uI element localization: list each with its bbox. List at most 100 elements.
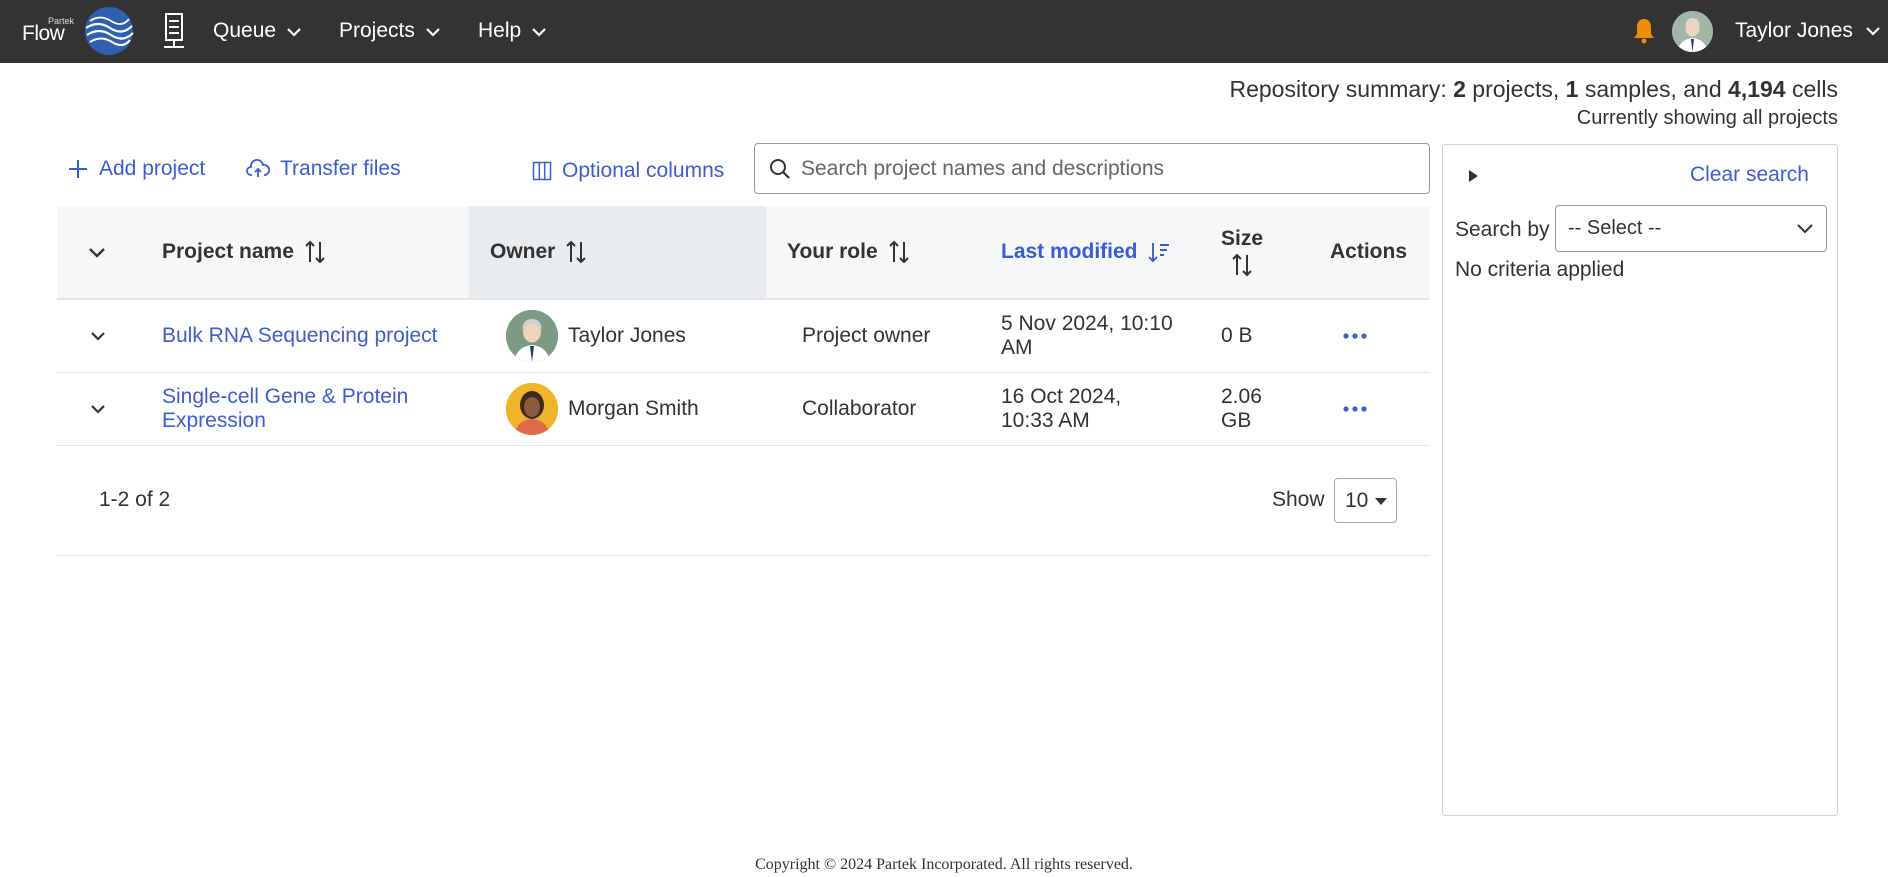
project-size: 2.06 GB <box>1221 385 1262 433</box>
table-header: Project name Owner Your role Last modifi… <box>57 206 1430 300</box>
optional-columns-label: Optional columns <box>562 159 725 182</box>
project-size-line1: 2.06 <box>1221 385 1262 408</box>
no-criteria-text: No criteria applied <box>1455 258 1625 281</box>
your-role: Collaborator <box>802 397 917 420</box>
table-row: Single-cell Gene & Protein Expression Mo… <box>57 373 1430 446</box>
owner-name: Taylor Jones <box>568 324 686 347</box>
search-icon <box>770 158 790 179</box>
samples-word: samples, and <box>1578 76 1729 102</box>
column-header-last-modified[interactable]: Last modified <box>1001 206 1170 298</box>
owner-avatar <box>506 310 558 362</box>
project-name-link[interactable]: Single-cell Gene & Protein Expression <box>162 385 408 433</box>
chevron-down-icon <box>532 28 546 37</box>
page-size-value: 10 <box>1345 488 1369 512</box>
nav-menu-queue-label: Queue <box>213 19 277 42</box>
last-modified: 16 Oct 2024, 10:33 AM <box>1001 385 1121 433</box>
column-your-role-label: Your role <box>787 240 878 263</box>
samples-count: 1 <box>1565 76 1579 102</box>
clear-search-link[interactable]: Clear search <box>1690 163 1809 187</box>
projects-count: 2 <box>1453 76 1466 102</box>
column-header-size[interactable]: Size <box>1221 206 1263 298</box>
copyright-footer: Copyright © 2024 Partek Incorporated. Al… <box>755 856 1133 873</box>
columns-icon <box>532 161 552 181</box>
cloud-upload-icon <box>246 159 270 177</box>
flow-logo-icon <box>85 7 134 55</box>
repository-summary: Repository summary: 2 projects, 1 sample… <box>1229 76 1838 103</box>
project-name-line1: Single-cell Gene & Protein <box>162 385 409 408</box>
page-size-select[interactable]: 10 <box>1334 478 1397 523</box>
panel-expand-triangle-icon[interactable] <box>1467 169 1479 183</box>
chevron-down-icon <box>1797 224 1813 234</box>
project-search-input[interactable] <box>801 156 1401 181</box>
optional-columns-button[interactable]: Optional columns <box>532 159 724 183</box>
cells-count: 4,194 <box>1728 76 1786 102</box>
row-actions-more-icon[interactable] <box>1343 333 1367 339</box>
last-modified-line2: AM <box>1001 336 1033 359</box>
column-size-label: Size <box>1221 227 1264 250</box>
chevron-down-icon <box>89 247 105 258</box>
user-menu[interactable]: Taylor Jones <box>1735 19 1881 43</box>
server-icon[interactable] <box>162 12 186 50</box>
project-name-line2: Expression <box>162 409 266 432</box>
column-header-owner[interactable]: Owner <box>490 206 587 298</box>
table-pager: 1-2 of 2 Show 10 <box>57 446 1430 556</box>
row-actions-more-icon[interactable] <box>1343 406 1367 412</box>
page-size-label: Show <box>1272 488 1325 511</box>
search-by-label: Search by <box>1455 218 1550 241</box>
sort-descending-icon <box>1147 243 1169 263</box>
sort-icon <box>566 240 587 264</box>
row-expand-chevron-icon[interactable] <box>90 331 106 341</box>
partek-flow-logo[interactable]: Partek Flow <box>20 4 138 58</box>
project-search-box <box>754 143 1430 194</box>
column-header-project-name[interactable]: Project name <box>162 206 326 298</box>
nav-menu-projects[interactable]: Projects <box>339 19 441 43</box>
owner-avatar <box>506 383 558 435</box>
search-criteria-panel: Clear search Search by -- Select -- No c… <box>1442 144 1838 816</box>
last-modified-line1: 5 Nov 2024, 10:10 <box>1001 312 1173 335</box>
top-navbar: Partek Flow Queue Projects Help Taylor J… <box>0 0 1888 63</box>
transfer-files-button[interactable]: Transfer files <box>246 157 401 181</box>
column-project-name-label: Project name <box>162 240 294 263</box>
transfer-files-label: Transfer files <box>280 157 401 180</box>
project-name-link[interactable]: Bulk RNA Sequencing project <box>162 324 438 348</box>
column-owner-label: Owner <box>490 240 556 263</box>
project-size: 0 B <box>1221 324 1253 347</box>
pager-range: 1-2 of 2 <box>99 488 171 511</box>
column-header-your-role[interactable]: Your role <box>787 206 910 298</box>
chevron-down-icon <box>426 28 440 37</box>
nav-menu-help[interactable]: Help <box>478 19 547 43</box>
nav-menu-help-label: Help <box>478 19 522 42</box>
sort-icon <box>305 240 325 264</box>
chevron-down-icon <box>1866 27 1880 36</box>
search-by-value: -- Select -- <box>1568 217 1662 239</box>
search-by-select[interactable]: -- Select -- <box>1555 205 1827 252</box>
last-modified-line1: 16 Oct 2024, <box>1001 385 1122 408</box>
add-project-button[interactable]: Add project <box>67 157 205 181</box>
nav-menu-projects-label: Projects <box>339 19 415 42</box>
user-name: Taylor Jones <box>1735 19 1853 42</box>
summary-subtitle: Currently showing all projects <box>1576 107 1838 129</box>
plus-icon <box>69 160 87 178</box>
column-header-actions: Actions <box>1330 206 1407 298</box>
caret-down-icon <box>1375 497 1388 505</box>
column-last-modified-label: Last modified <box>1001 240 1138 263</box>
add-project-label: Add project <box>99 157 206 180</box>
cells-word: cells <box>1785 76 1838 102</box>
nav-menu-queue[interactable]: Queue <box>213 19 302 43</box>
brand-text: Flow <box>22 22 65 45</box>
last-modified: 5 Nov 2024, 10:10 AM <box>1001 312 1173 360</box>
table-row: Bulk RNA Sequencing project Taylor Jones… <box>57 300 1430 373</box>
project-size-line2: GB <box>1221 409 1252 432</box>
your-role: Project owner <box>802 324 931 347</box>
sort-icon <box>888 240 909 264</box>
column-actions-label: Actions <box>1330 240 1408 263</box>
row-expand-chevron-icon[interactable] <box>90 404 106 414</box>
last-modified-line2: 10:33 AM <box>1001 409 1090 432</box>
expand-all-toggle[interactable] <box>88 206 106 298</box>
summary-prefix: Repository summary: <box>1229 76 1454 102</box>
projects-word: projects, <box>1465 76 1566 102</box>
notification-bell-icon[interactable] <box>1633 17 1655 44</box>
projects-table: Project name Owner Your role Last modifi… <box>57 206 1430 556</box>
chevron-down-icon <box>287 28 301 37</box>
user-avatar[interactable] <box>1672 11 1713 52</box>
